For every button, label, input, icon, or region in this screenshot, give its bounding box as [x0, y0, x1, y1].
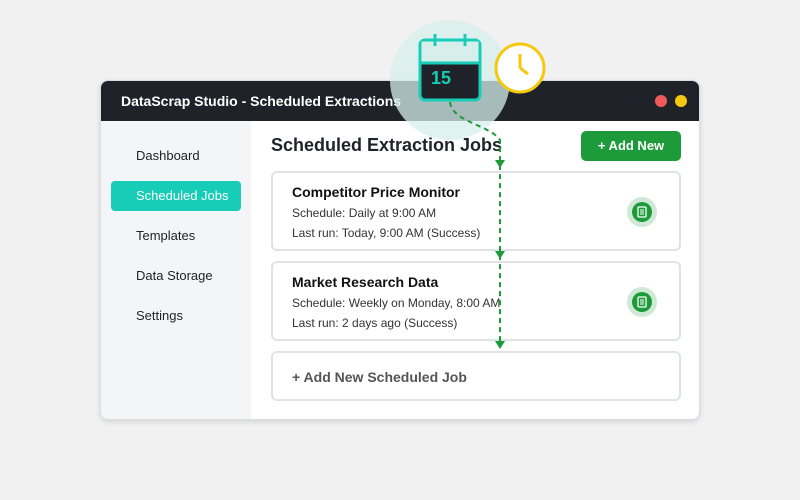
sidebar-item-templates[interactable]: Templates: [111, 221, 241, 251]
minimize-window-button[interactable]: [675, 95, 687, 107]
job-last-run: Last run: 2 days ago (Success): [292, 316, 458, 330]
job-card[interactable]: Market Research Data Schedule: Weekly on…: [271, 261, 681, 341]
job-name: Market Research Data: [292, 274, 439, 290]
server-icon[interactable]: [627, 197, 657, 227]
add-new-button[interactable]: + Add New: [581, 131, 681, 161]
add-scheduled-job-card[interactable]: + Add New Scheduled Job: [271, 351, 681, 401]
sidebar-item-scheduled-jobs[interactable]: Scheduled Jobs: [111, 181, 241, 211]
job-card[interactable]: Competitor Price Monitor Schedule: Daily…: [271, 171, 681, 251]
server-icon[interactable]: [627, 287, 657, 317]
job-schedule: Schedule: Weekly on Monday, 8:00 AM: [292, 296, 501, 310]
job-schedule: Schedule: Daily at 9:00 AM: [292, 206, 437, 220]
sidebar-item-data-storage[interactable]: Data Storage: [111, 261, 241, 291]
job-last-run: Last run: Today, 9:00 AM (Success): [292, 226, 481, 240]
page-title: Scheduled Extraction Jobs: [271, 135, 503, 155]
close-window-button[interactable]: [655, 95, 667, 107]
sidebar-item-settings[interactable]: Settings: [111, 301, 241, 331]
sidebar: Dashboard Scheduled Jobs Templates Data …: [101, 121, 251, 419]
app-window: DataScrap Studio - Scheduled Extractions…: [100, 80, 700, 420]
job-name: Competitor Price Monitor: [292, 184, 461, 200]
title-bar: DataScrap Studio - Scheduled Extractions: [101, 81, 699, 121]
main-content: Scheduled Extraction Jobs + Add New Comp…: [251, 121, 699, 419]
sidebar-item-dashboard[interactable]: Dashboard: [111, 141, 241, 171]
add-scheduled-job-label: + Add New Scheduled Job: [292, 369, 467, 385]
window-title: DataScrap Studio - Scheduled Extractions: [121, 93, 402, 109]
